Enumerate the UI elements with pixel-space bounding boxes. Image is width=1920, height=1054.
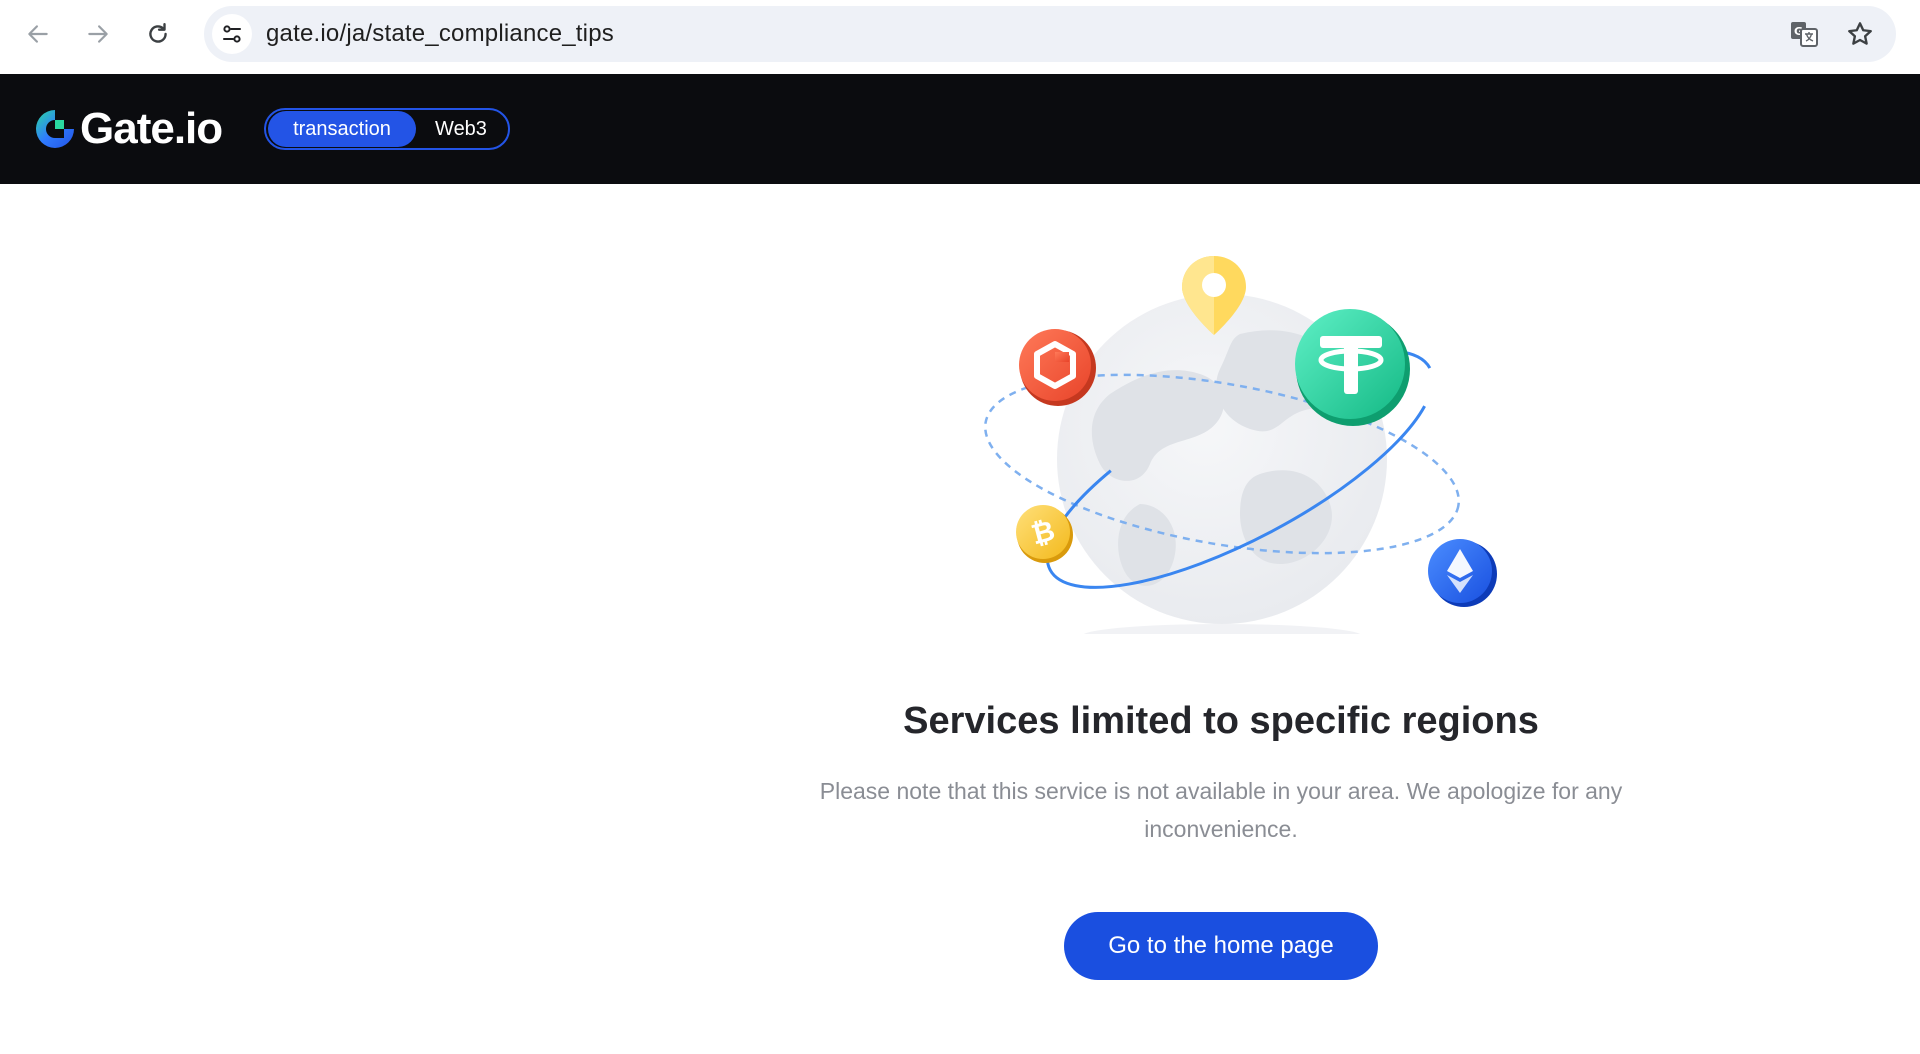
arrow-left-icon: [28, 25, 48, 43]
site-info-button[interactable]: [212, 14, 252, 54]
mode-transaction-button[interactable]: transaction: [268, 111, 416, 147]
region-illustration: ₿: [983, 256, 1497, 634]
gate-token-coin-icon: [1019, 329, 1096, 406]
forward-button[interactable]: [78, 14, 118, 54]
tune-icon: [223, 25, 241, 43]
reload-icon: [149, 23, 167, 43]
ethereum-coin-icon: [1428, 539, 1497, 607]
mode-switch: transaction Web3: [264, 108, 510, 150]
gate-logo-icon: [36, 110, 74, 148]
region-message: Please note that this service is not ava…: [819, 778, 1623, 842]
browser-toolbar: gate.io/ja/state_compliance_tips G: [0, 0, 1920, 74]
go-home-button[interactable]: Go to the home page: [1064, 912, 1378, 980]
bitcoin-coin-icon: ₿: [1016, 505, 1073, 563]
address-bar[interactable]: gate.io/ja/state_compliance_tips G: [204, 6, 1896, 62]
tether-coin-icon: [1295, 309, 1410, 426]
gate-logo[interactable]: Gate.io: [32, 104, 223, 154]
arrow-right-icon: [88, 25, 108, 43]
mode-web3-button[interactable]: Web3: [416, 111, 506, 147]
reload-button[interactable]: [138, 14, 178, 54]
url-text[interactable]: gate.io/ja/state_compliance_tips: [266, 6, 614, 62]
translate-button[interactable]: G: [1786, 16, 1822, 52]
bookmark-button[interactable]: [1842, 16, 1878, 52]
translate-icon: G: [1791, 22, 1818, 47]
star-icon: [1848, 22, 1872, 45]
back-button[interactable]: [18, 14, 58, 54]
page-title: Services limited to specific regions: [903, 700, 1539, 742]
logo-text: Gate.io: [80, 104, 223, 153]
site-header: Gate.io transaction Web3: [0, 74, 1920, 184]
